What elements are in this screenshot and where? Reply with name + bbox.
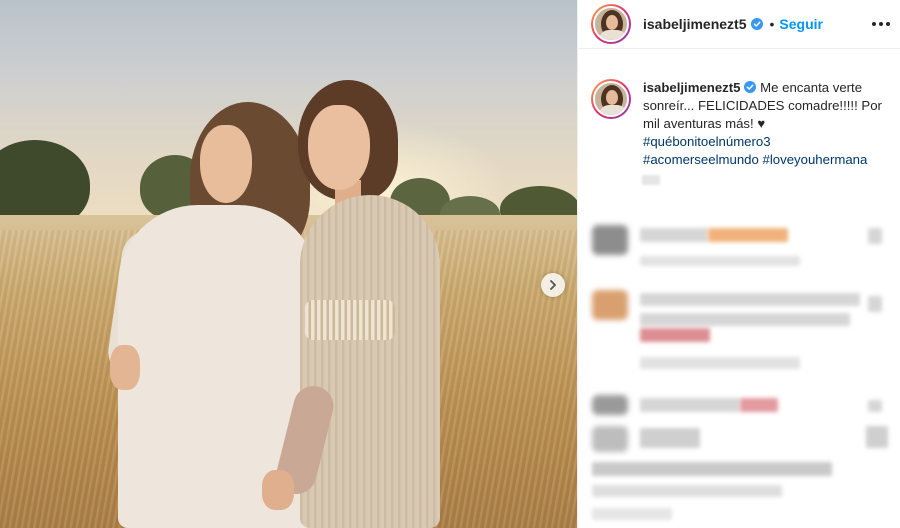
woman-left-face <box>200 125 252 203</box>
verified-badge-icon <box>750 18 763 30</box>
chevron-right-icon <box>550 280 556 290</box>
comment-text-blurred <box>592 462 832 476</box>
hashtag-link[interactable]: #loveyouhermana <box>763 152 868 167</box>
avatar-image <box>593 6 629 42</box>
next-photo-button[interactable] <box>541 273 565 297</box>
comment-avatar-blurred <box>592 225 628 255</box>
comment-text-blurred <box>640 293 860 306</box>
comment-meta-blurred <box>640 357 800 369</box>
comment-avatar-blurred <box>592 290 628 320</box>
caption-timestamp-blurred <box>642 175 660 185</box>
comment-avatar-blurred <box>592 426 628 452</box>
comment-meta-blurred <box>592 485 782 497</box>
profile-avatar[interactable] <box>591 4 631 44</box>
comment-text-blurred <box>640 398 740 412</box>
comment-meta-blurred <box>592 508 672 520</box>
woman-left-hand <box>110 345 140 390</box>
post-caption: isabeljimenezt5 Me encanta verte sonreír… <box>578 49 900 169</box>
caption-text: isabeljimenezt5 Me encanta verte sonreír… <box>643 79 883 169</box>
woman-right-face <box>308 105 370 190</box>
comment-text-blurred <box>708 228 788 242</box>
hashtag-link[interactable]: #québonitoelnúmero3 <box>643 134 771 149</box>
comment-meta-blurred <box>640 256 800 266</box>
comment-text-blurred <box>640 428 700 448</box>
instagram-post: isabeljimenezt5 • Seguir isabeljimenezt5… <box>0 0 900 528</box>
caption-username[interactable]: isabeljimenezt5 <box>643 80 740 95</box>
comment-like-blurred <box>868 228 882 244</box>
avatar-image <box>593 81 629 117</box>
comment-like-blurred <box>866 426 888 448</box>
comment-text-blurred <box>640 328 710 342</box>
comment-like-blurred <box>868 296 882 312</box>
follow-button[interactable]: Seguir <box>779 16 823 32</box>
woman-right-fringe <box>305 300 395 340</box>
woman-right-knit-texture <box>300 195 440 528</box>
comment-text-blurred <box>740 398 778 412</box>
caption-avatar[interactable] <box>591 79 631 119</box>
post-side-panel: isabeljimenezt5 • Seguir isabeljimenezt5… <box>577 0 900 528</box>
header-username[interactable]: isabeljimenezt5 <box>643 16 747 32</box>
hashtag-link[interactable]: #acomerseelmundo <box>643 152 759 167</box>
woman-right-hand <box>262 470 294 510</box>
comment-like-blurred <box>868 400 882 412</box>
more-options-icon[interactable] <box>872 16 890 32</box>
comment-text-blurred <box>640 313 850 326</box>
post-photo[interactable] <box>0 0 577 528</box>
separator-dot: • <box>769 16 775 32</box>
verified-badge-icon <box>744 81 757 93</box>
comment-avatar-blurred <box>592 395 628 415</box>
post-header: isabeljimenezt5 • Seguir <box>578 0 900 49</box>
comment-text-blurred <box>640 228 708 242</box>
